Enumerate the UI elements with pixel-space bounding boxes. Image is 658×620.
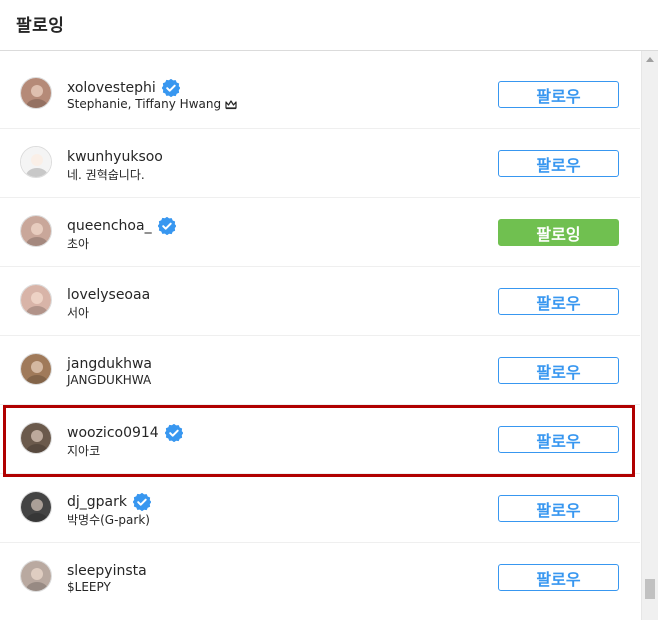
username-line: woozico0914 <box>67 423 184 443</box>
scrollbar[interactable] <box>641 51 658 620</box>
full-name-text: 박명수(G-park) <box>67 513 150 527</box>
user-row[interactable]: woozico0914 지아코 팔로우 <box>0 405 640 474</box>
verified-badge-icon <box>161 78 181 98</box>
user-row[interactable]: dj_gpark 박명수(G-park) 팔로우 <box>0 474 640 543</box>
full-name: 네. 권혁숩니다. <box>67 166 145 183</box>
username-line: sleepyinsta <box>67 561 147 581</box>
full-name: 서아 <box>67 304 89 321</box>
username-line: xolovestephi <box>67 78 181 98</box>
full-name-text: 지아코 <box>67 444 101 458</box>
follow-button[interactable]: 팔로우 <box>498 564 619 591</box>
user-row[interactable]: kwunhyuksoo 네. 권혁숩니다. 팔로우 <box>0 129 640 198</box>
user-row[interactable]: queenchoa_ 초아 팔로잉 <box>0 198 640 267</box>
username-line: lovelyseoaa <box>67 285 150 305</box>
avatar[interactable] <box>20 491 52 523</box>
following-button[interactable]: 팔로잉 <box>498 219 619 246</box>
username-line: dj_gpark <box>67 492 152 512</box>
username-line: jangdukhwa <box>67 354 152 374</box>
verified-badge-icon <box>164 423 184 443</box>
avatar[interactable] <box>20 560 52 592</box>
user-row[interactable]: sleepyinsta $LEEPY 팔로우 <box>0 543 640 612</box>
username-link[interactable]: woozico0914 <box>67 425 159 441</box>
verified-badge-icon <box>157 216 176 236</box>
full-name-text: JANGDUKHWA <box>67 373 152 387</box>
scrollbar-thumb[interactable] <box>645 579 655 599</box>
full-name-text: $LEEPY <box>67 580 111 594</box>
full-name-text: 네. 권혁숩니다. <box>67 168 145 182</box>
avatar[interactable] <box>20 215 52 247</box>
user-row[interactable]: lovelyseoaa 서아 팔로우 <box>0 267 640 336</box>
full-name: $LEEPY <box>67 580 111 594</box>
username-line: queenchoa_ <box>67 216 176 236</box>
full-name: 초아 <box>67 235 89 252</box>
username-link[interactable]: jangdukhwa <box>67 356 152 372</box>
username-link[interactable]: dj_gpark <box>67 494 127 510</box>
avatar[interactable] <box>20 284 52 316</box>
full-name: 지아코 <box>67 442 100 459</box>
modal-header: 팔로잉 <box>0 0 658 51</box>
username-link[interactable]: lovelyseoaa <box>67 287 150 303</box>
scroll-up-arrow-icon[interactable] <box>646 57 654 62</box>
username-link[interactable]: queenchoa_ <box>67 218 152 234</box>
follow-button[interactable]: 팔로우 <box>498 426 619 453</box>
full-name: Stephanie, Tiffany Hwang <box>67 97 237 111</box>
follow-button[interactable]: 팔로우 <box>498 150 619 177</box>
following-list: xolovestephi Stephanie, Tiffany Hwang 팔로우 k… <box>0 60 640 612</box>
modal-title: 팔로잉 <box>16 16 65 36</box>
crown-icon <box>225 99 237 110</box>
avatar[interactable] <box>20 353 52 385</box>
full-name-text: 서아 <box>67 306 90 320</box>
verified-badge-icon <box>132 492 152 512</box>
username-link[interactable]: sleepyinsta <box>67 563 147 579</box>
follow-button[interactable]: 팔로우 <box>498 357 619 384</box>
follow-button[interactable]: 팔로우 <box>498 495 619 522</box>
full-name-text: Stephanie, Tiffany Hwang <box>67 97 222 111</box>
full-name: JANGDUKHWA <box>67 373 151 387</box>
following-modal: 팔로잉 xolovestephi Stephanie, Tiffany Hwang… <box>0 0 658 620</box>
username-line: kwunhyuksoo <box>67 147 163 167</box>
follow-button[interactable]: 팔로우 <box>498 81 619 108</box>
user-row[interactable]: jangdukhwa JANGDUKHWA 팔로우 <box>0 336 640 405</box>
username-link[interactable]: kwunhyuksoo <box>67 149 163 165</box>
avatar[interactable] <box>20 77 52 109</box>
avatar[interactable] <box>20 422 52 454</box>
full-name: 박명수(G-park) <box>67 511 150 528</box>
full-name-text: 초아 <box>67 237 90 251</box>
user-row[interactable]: xolovestephi Stephanie, Tiffany Hwang 팔로우 <box>0 60 640 129</box>
follow-button[interactable]: 팔로우 <box>498 288 619 315</box>
username-link[interactable]: xolovestephi <box>67 80 156 96</box>
avatar[interactable] <box>20 146 52 178</box>
